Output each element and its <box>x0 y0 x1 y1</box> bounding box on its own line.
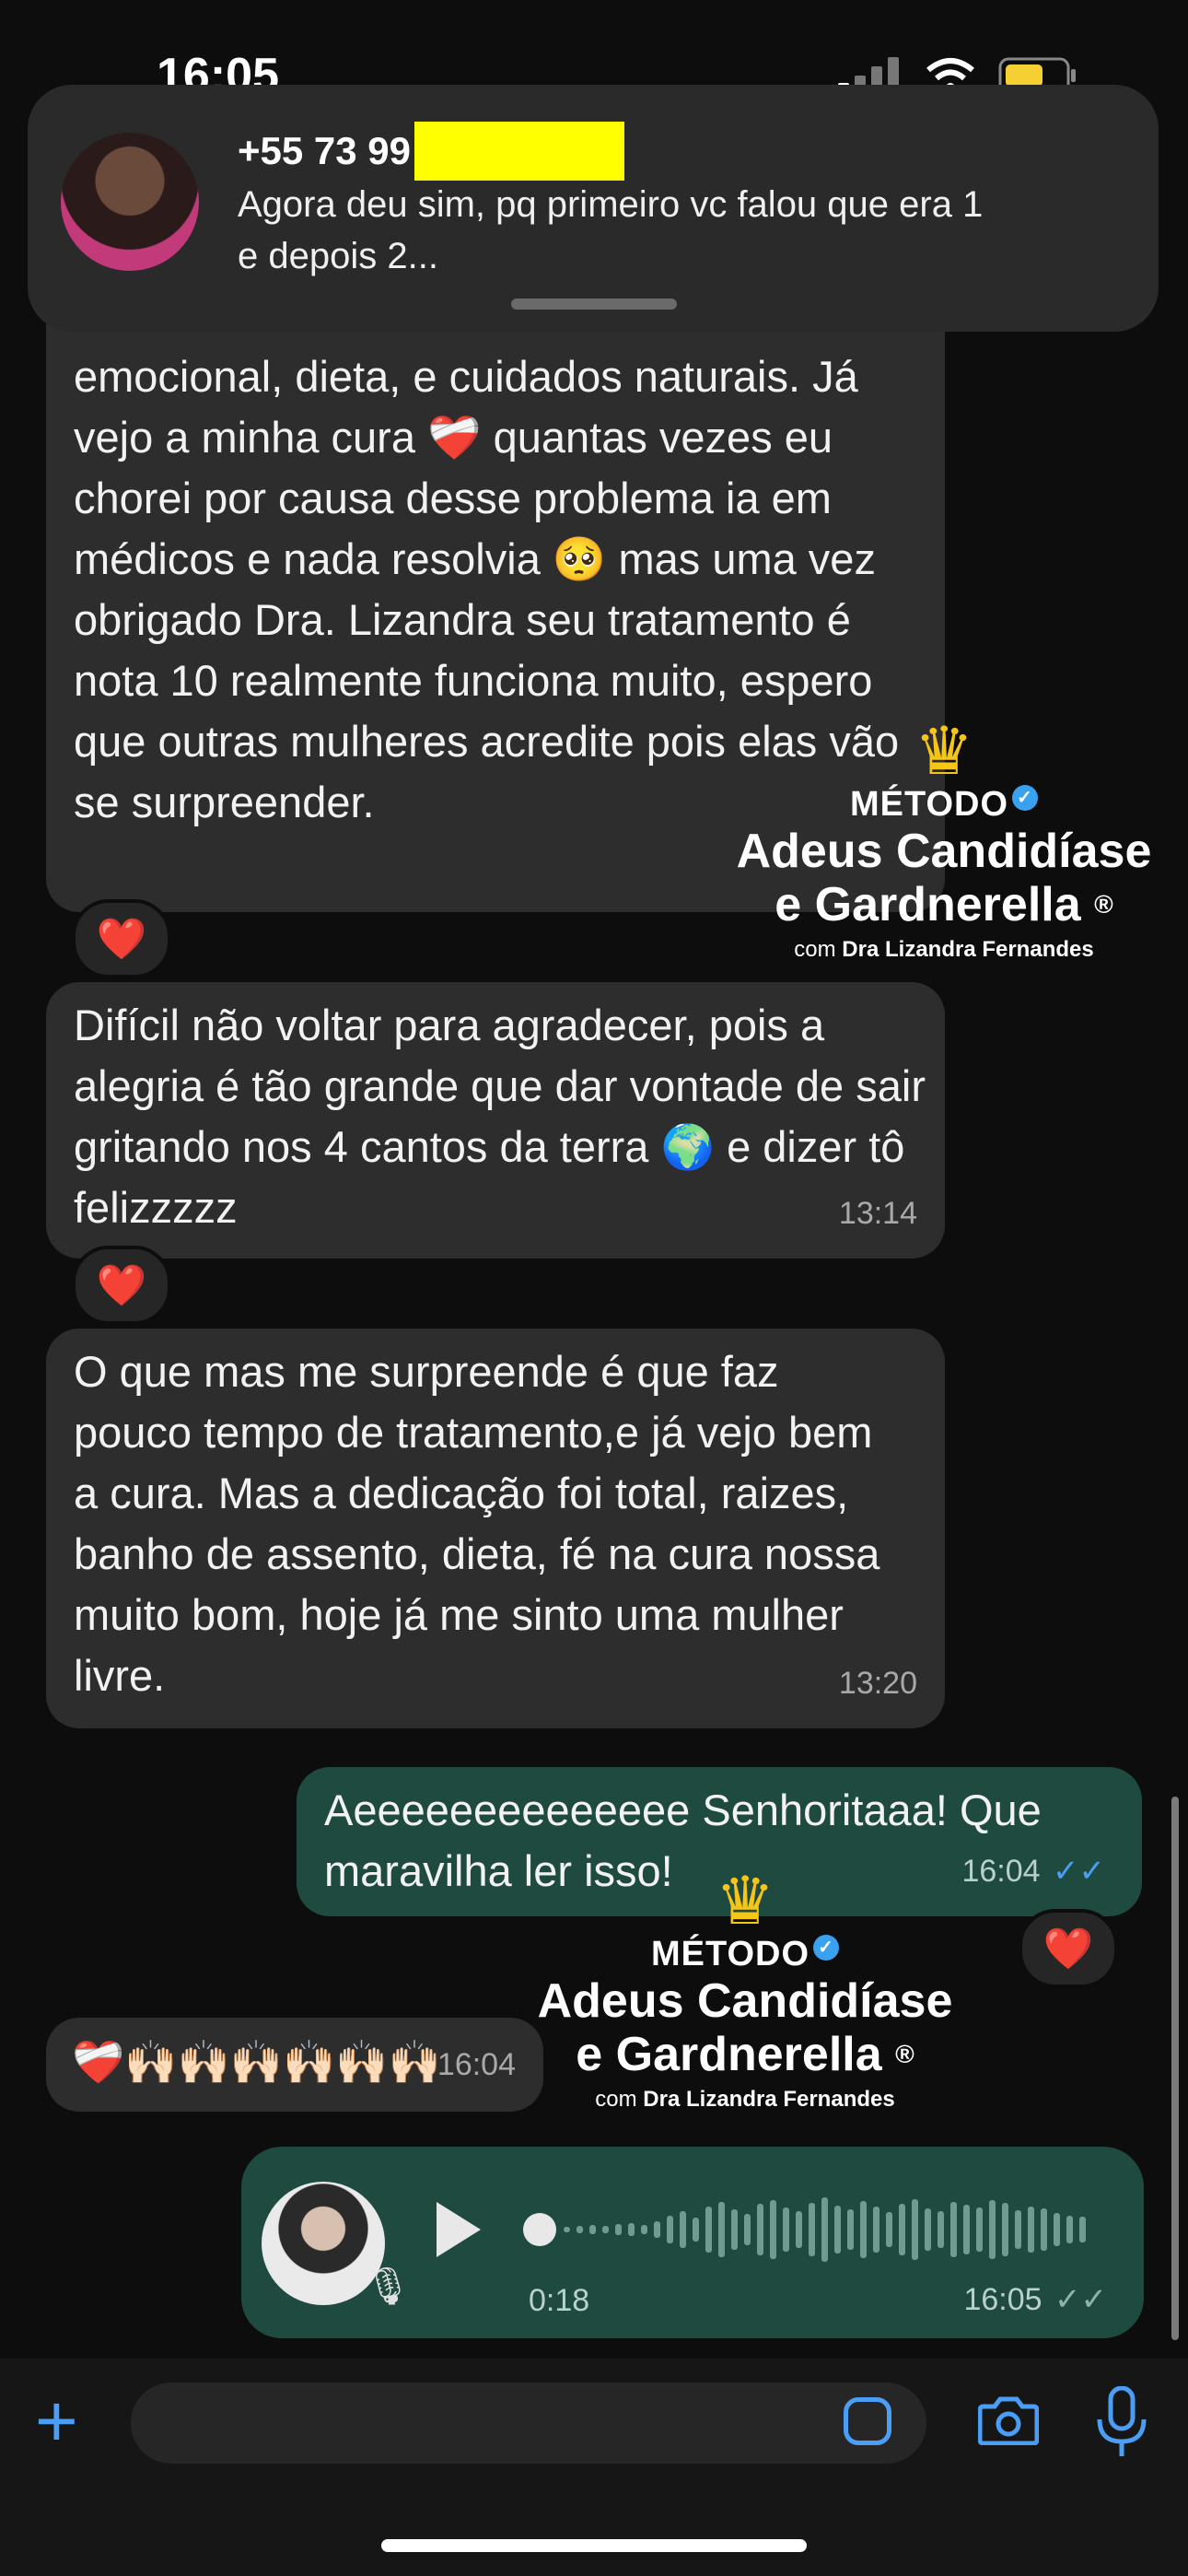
waveform-bar <box>615 2224 622 2235</box>
message-time: 16:04 ✓✓ <box>961 1854 1105 1889</box>
voice-duration: 0:18 <box>529 2283 590 2318</box>
message-time: 16:05 ✓✓ <box>963 2282 1107 2317</box>
waveform-bar <box>847 2209 854 2250</box>
waveform <box>564 2197 1086 2262</box>
waveform-bar <box>1028 2207 1034 2253</box>
message-time: 13:20 <box>838 1666 917 1701</box>
waveform-bar <box>834 2206 841 2254</box>
avatar <box>61 133 199 271</box>
waveform-bar <box>860 2201 867 2258</box>
message-input[interactable] <box>131 2383 926 2464</box>
waveform-bar <box>718 2202 725 2257</box>
waveform-bar <box>1002 2203 1008 2256</box>
waveform-bar <box>602 2226 609 2233</box>
drag-handle[interactable] <box>511 299 677 310</box>
home-indicator[interactable] <box>381 2539 807 2552</box>
waveform-bar <box>641 2225 647 2234</box>
message-time: 13:14 <box>838 1196 917 1231</box>
waveform-bar <box>770 2200 776 2259</box>
waveform-bar <box>886 2212 892 2247</box>
message-text: O que mas me surpreende é que faz pouco … <box>74 1347 880 1700</box>
waveform-bar <box>938 2211 944 2248</box>
verified-badge-icon: ✓ <box>813 1935 840 1961</box>
waveform-bar <box>783 2207 789 2252</box>
message-bubble-incoming[interactable]: O que mas me surpreende é que faz pouco … <box>46 1329 945 1728</box>
message-time: 16:04 <box>437 2047 516 2082</box>
waveform-bar <box>873 2207 879 2253</box>
verified-badge-icon: ✓ <box>1012 785 1039 811</box>
waveform-bar <box>744 2214 751 2245</box>
message-bubble-incoming[interactable]: Difícil não voltar para agradecer, pois … <box>46 982 945 1259</box>
waveform-bar <box>963 2205 970 2254</box>
waveform-bar <box>976 2207 983 2252</box>
redaction-box <box>414 122 625 181</box>
playback-scrubber[interactable] <box>523 2213 556 2246</box>
double-check-icon: ✓✓ <box>1054 2282 1107 2317</box>
plus-icon[interactable]: + <box>35 2384 78 2458</box>
message-bubble-incoming[interactable]: ❤️‍🩹🙌🏻🙌🏻🙌🏻🙌🏻🙌🏻🙌🏻 16:04 <box>46 2018 543 2112</box>
mic-icon[interactable] <box>1094 2386 1149 2460</box>
waveform-bar <box>989 2200 996 2259</box>
scrollbar[interactable] <box>1171 1797 1179 2340</box>
waveform-bar <box>628 2223 635 2236</box>
waveform-bar <box>950 2202 957 2257</box>
crown-icon: ♛ <box>715 1865 775 1938</box>
waveform-bar <box>809 2203 815 2256</box>
notification-banner[interactable]: +55 73 99 Agora deu sim, pq primeiro vc … <box>28 85 1159 332</box>
waveform-bar <box>705 2207 712 2253</box>
waveform-bar <box>680 2211 686 2248</box>
waveform-bar <box>667 2216 673 2243</box>
watermark-logo: ♛ MÉTODO ✓ Adeus Candidíase e Gardnerella… <box>529 1868 961 2113</box>
waveform-bar <box>589 2225 596 2234</box>
waveform-bar <box>1041 2208 1047 2251</box>
waveform-bar <box>577 2226 583 2233</box>
reaction-heart[interactable]: ❤️ <box>72 899 171 978</box>
waveform-bar <box>899 2204 905 2255</box>
watermark-logo: ♛ MÉTODO ✓ Adeus Candidíase e Gardnerella… <box>728 719 1160 963</box>
waveform-bar <box>1066 2216 1073 2243</box>
camera-icon[interactable] <box>978 2395 1039 2445</box>
crown-icon: ♛ <box>914 715 974 789</box>
play-icon[interactable] <box>437 2202 481 2257</box>
reaction-heart[interactable]: ❤️ <box>72 1246 171 1325</box>
waveform-bar <box>693 2218 699 2242</box>
double-check-icon: ✓✓ <box>1053 1854 1105 1889</box>
waveform-bar <box>821 2197 828 2262</box>
notification-sender: +55 73 99 <box>238 122 625 181</box>
waveform-bar <box>912 2199 918 2260</box>
waveform-bar <box>757 2204 763 2255</box>
waveform-bar <box>654 2221 660 2238</box>
notification-message: Agora deu sim, pq primeiro vc falou que … <box>238 184 984 276</box>
sticker-icon[interactable] <box>844 2397 891 2445</box>
waveform-bar <box>796 2211 802 2248</box>
waveform-bar <box>925 2208 931 2251</box>
reaction-heart[interactable]: ❤️ <box>1019 1909 1118 1988</box>
waveform-bar <box>1015 2210 1021 2249</box>
message-text: Difícil não voltar para agradecer, pois … <box>74 1001 926 1232</box>
mic-icon: 🎙 <box>365 2266 412 2307</box>
message-text: ❤️‍🩹🙌🏻🙌🏻🙌🏻🙌🏻🙌🏻🙌🏻 <box>72 2038 441 2086</box>
waveform-bar <box>1054 2213 1060 2246</box>
waveform-bar <box>731 2209 738 2250</box>
waveform-bar <box>564 2227 570 2232</box>
voice-message-bubble[interactable]: 🎙 0:18 16:05 ✓✓ <box>241 2147 1144 2338</box>
waveform-bar <box>1079 2217 1086 2242</box>
